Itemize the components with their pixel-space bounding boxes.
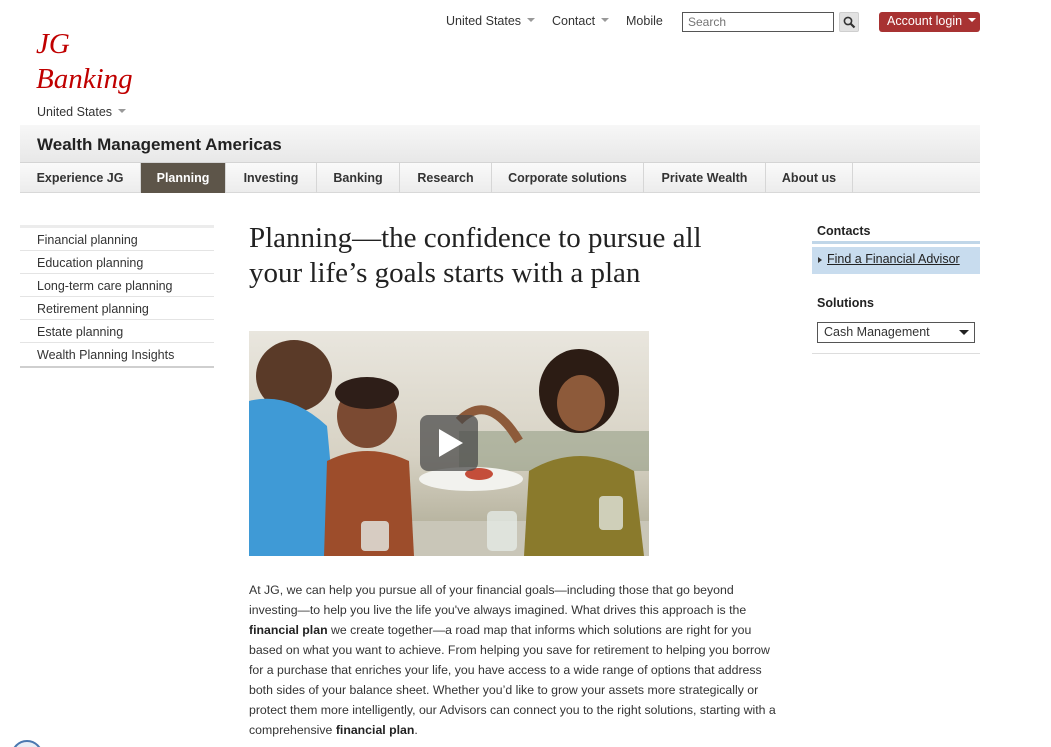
body-bold-financial-plan-2: financial plan <box>335 723 415 737</box>
solutions-select[interactable]: Cash Management <box>817 322 975 343</box>
region-label: United States <box>446 14 522 28</box>
sidebar-item-wealth-planning-insights[interactable]: Wealth Planning Insights <box>20 343 214 366</box>
play-icon[interactable] <box>420 415 478 471</box>
mobile-link[interactable]: Mobile <box>626 14 663 28</box>
nav-experience-jg[interactable]: Experience JG <box>20 163 141 193</box>
chevron-down-icon <box>959 330 969 335</box>
find-advisor-link[interactable]: Find a Financial Advisor <box>827 252 960 266</box>
sidebar-item-financial-planning[interactable]: Financial planning <box>20 228 214 251</box>
logo-line-1: JG <box>36 28 70 60</box>
nav-planning[interactable]: Planning <box>141 163 226 193</box>
country-label: United States <box>37 105 113 119</box>
search-icon <box>843 16 856 29</box>
logo[interactable]: JG Banking <box>36 27 133 97</box>
main-nav: Experience JG Planning Investing Banking… <box>20 163 980 193</box>
sidebar-item-education-planning[interactable]: Education planning <box>20 251 214 274</box>
sidebar-item-long-term-care-planning[interactable]: Long-term care planning <box>20 274 214 297</box>
badge-icon <box>11 740 43 747</box>
sidebar-item-retirement-planning[interactable]: Retirement planning <box>20 297 214 320</box>
country-selector[interactable]: United States <box>37 105 127 119</box>
video-player[interactable] <box>249 331 649 556</box>
contacts-title: Contacts <box>817 224 871 238</box>
nav-about-us[interactable]: About us <box>766 163 853 193</box>
chevron-down-icon <box>118 108 127 113</box>
chevron-down-icon <box>601 17 610 22</box>
body-text-part-2: we create together—a road map that infor… <box>249 623 776 737</box>
contact-label: Contact <box>552 14 596 28</box>
sidebar-nav: Financial planning Education planning Lo… <box>20 225 214 368</box>
nav-private-wealth[interactable]: Private Wealth <box>644 163 766 193</box>
nav-corporate-solutions[interactable]: Corporate solutions <box>492 163 644 193</box>
region-dropdown[interactable]: United States <box>446 14 536 28</box>
search-input[interactable] <box>682 12 834 32</box>
account-login-button[interactable]: Account login <box>879 12 980 32</box>
nav-banking[interactable]: Banking <box>317 163 400 193</box>
utility-bar: United States Contact Mobile Account log… <box>0 12 1051 34</box>
section-title: Wealth Management Americas <box>37 135 282 154</box>
page-title: Planning—the confidence to pursue all yo… <box>249 222 702 289</box>
nav-investing[interactable]: Investing <box>226 163 317 193</box>
account-login-label: Account login <box>887 14 963 28</box>
body-text-part-1: At JG, we can help you pursue all of you… <box>249 583 747 617</box>
solutions-selected-value: Cash Management <box>824 325 930 339</box>
find-advisor-link-box[interactable]: Find a Financial Advisor <box>812 247 980 274</box>
sidebar-item-estate-planning[interactable]: Estate planning <box>20 320 214 343</box>
body-text-part-3: . <box>414 723 418 737</box>
logo-line-2: Banking <box>36 63 133 95</box>
section-header: Wealth Management Americas <box>20 125 980 163</box>
solutions-divider <box>812 353 980 354</box>
nav-research[interactable]: Research <box>400 163 492 193</box>
contact-dropdown[interactable]: Contact <box>552 14 610 28</box>
contacts-divider <box>812 241 980 244</box>
search-button[interactable] <box>839 12 859 32</box>
solutions-title: Solutions <box>817 296 874 310</box>
chevron-down-icon <box>527 17 536 22</box>
chevron-down-icon <box>968 17 977 22</box>
body-paragraph: At JG, we can help you pursue all of you… <box>249 580 779 740</box>
arrow-right-icon <box>818 257 822 263</box>
body-bold-financial-plan: financial plan <box>249 623 328 637</box>
